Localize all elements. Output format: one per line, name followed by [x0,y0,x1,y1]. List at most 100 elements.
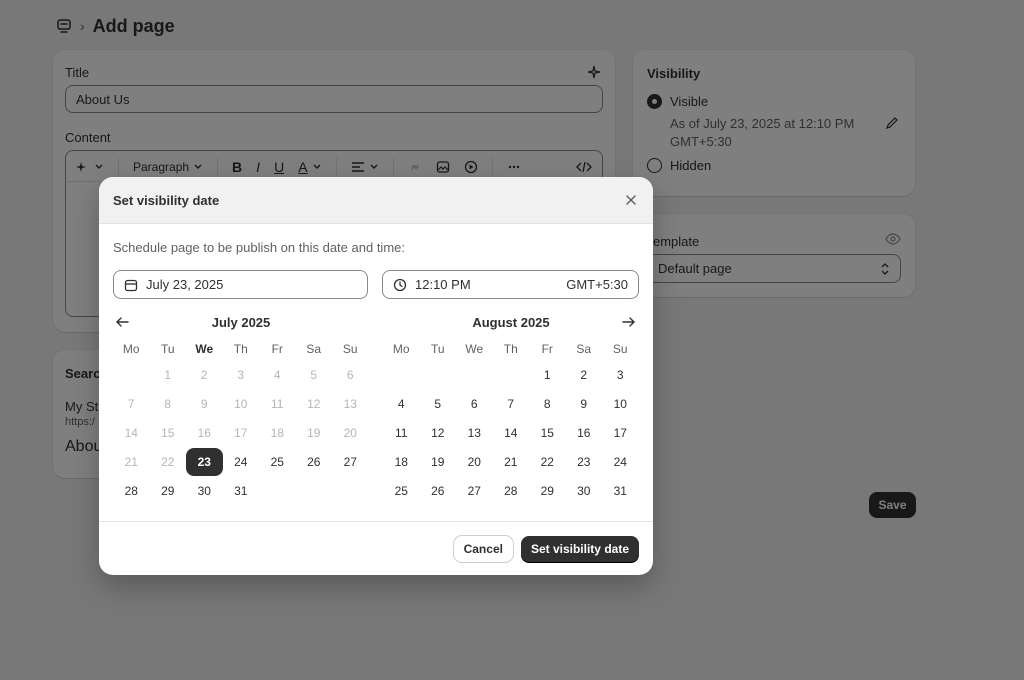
weekday-label: Fr [541,342,553,356]
calendar-day: 14 [124,426,138,440]
calendar-day[interactable]: 1 [529,361,566,389]
close-icon[interactable] [623,192,639,208]
calendar-icon [124,279,138,291]
calendar-day[interactable]: 14 [493,419,530,447]
modal-title: Set visibility date [113,192,220,208]
calendar-day: 3 [237,368,245,382]
calendar-day[interactable]: 27 [456,477,493,505]
calendar-day[interactable]: 24 [223,448,260,476]
calendar-day[interactable]: 17 [602,419,639,447]
set-visibility-date-modal: Set visibility date Schedule page to be … [99,177,653,575]
calendar-day[interactable]: 31 [602,477,639,505]
calendar-day[interactable]: 31 [223,477,260,505]
calendar-day[interactable]: 28 [493,477,530,505]
set-visibility-date-button[interactable]: Set visibility date [520,535,639,562]
weekday-label: Mo [392,342,410,356]
calendar-day[interactable]: 28 [113,477,150,505]
weekday-label: Mo [122,342,140,356]
calendar-day[interactable]: 26 [420,477,457,505]
calendar-day: 13 [343,397,357,411]
weekday-header-row: Mo Tu We Th Fr Sa Su [113,337,369,361]
calendar-day[interactable]: 22 [529,448,566,476]
weekday-label: Sa [576,342,592,356]
calendar-day: 18 [270,426,284,440]
date-input[interactable]: July 23, 2025 [113,270,368,299]
calendar-day[interactable]: 30 [566,477,603,505]
calendar-day: 15 [161,426,175,440]
calendar-week-row: 21 22 23 24 25 26 27 [113,448,369,477]
calendar-day[interactable]: 21 [493,448,530,476]
weekday-label: Th [233,342,248,356]
cancel-button[interactable]: Cancel [453,535,513,562]
calendar-day: 8 [164,397,172,411]
calendar-week-row: 4 5 6 7 8 9 10 [383,390,639,419]
calendar-day[interactable]: 5 [420,390,457,418]
calendar-day[interactable]: 30 [186,477,223,505]
calendar-day: 10 [234,397,248,411]
calendar-day: 4 [273,368,281,382]
calendar-day[interactable]: 13 [456,419,493,447]
calendar-day: 12 [307,397,321,411]
calendar-day: 16 [197,426,211,440]
calendar-day: 7 [127,397,135,411]
calendar-day[interactable]: 25 [259,448,296,476]
calendar-day: 21 [124,455,138,469]
calendar-day[interactable]: 4 [383,390,420,418]
time-input[interactable]: 12:10 PM GMT+5:30 [382,270,639,299]
calendar-day[interactable]: 18 [383,448,420,476]
calendar-day: 6 [346,368,354,382]
weekday-label: Tu [430,342,445,356]
weekday-label: Sa [306,342,322,356]
calendar-day[interactable]: 16 [566,419,603,447]
calendar-day[interactable]: 29 [150,477,187,505]
calendar-day[interactable]: 19 [420,448,457,476]
calendar-day[interactable]: 25 [383,477,420,505]
date-input-value: July 23, 2025 [146,277,224,292]
weekday-label: Fr [271,342,283,356]
calendar-day: 11 [271,397,284,411]
calendar-day: 22 [161,455,175,469]
weekday-label: Th [503,342,518,356]
calendar-day: 2 [200,368,208,382]
calendar-day-selected[interactable]: 23 [186,448,223,476]
calendar-week-row: 28 29 30 31 [113,477,369,506]
calendar-day: 19 [307,426,321,440]
calendar-week-row: 25 26 27 28 29 30 31 [383,477,639,506]
calendar-day: 1 [164,368,172,382]
calendar-day[interactable]: 8 [529,390,566,418]
weekday-header-row: Mo Tu We Th Fr Sa Su [383,337,639,361]
calendar-day[interactable]: 27 [332,448,369,476]
timezone-label: GMT+5:30 [566,277,628,292]
calendar-day[interactable]: 7 [493,390,530,418]
calendar-day[interactable]: 6 [456,390,493,418]
weekday-label: Su [342,342,358,356]
calendar-week-row: 123 [383,361,639,390]
calendar-day[interactable]: 20 [456,448,493,476]
calendar-day[interactable]: 26 [296,448,333,476]
clock-icon [393,278,407,291]
calendar-day: 17 [234,426,248,440]
calendar-day[interactable]: 15 [529,419,566,447]
calendar-day[interactable]: 12 [420,419,457,447]
calendar-week-row: 14 15 16 17 18 19 20 [113,419,369,448]
calendar-day[interactable]: 9 [566,390,603,418]
calendar-day[interactable]: 10 [602,390,639,418]
weekday-label: We [465,342,484,356]
calendar-day[interactable]: 24 [602,448,639,476]
calendar-day[interactable]: 23 [566,448,603,476]
modal-header: Set visibility date [99,177,653,224]
calendar-day: 9 [200,397,208,411]
calendar-day[interactable]: 11 [383,419,420,447]
modal-description: Schedule page to be publish on this date… [113,240,405,255]
calendar-day[interactable]: 3 [602,361,639,389]
weekday-label: Su [612,342,628,356]
weekday-label: Tu [160,342,175,356]
calendar-day: 5 [310,368,318,382]
calendar-week-row: 1 2 3 4 5 6 [113,361,369,390]
calendar-day: 20 [343,426,357,440]
calendar-week-row: 18 19 20 21 22 23 24 [383,448,639,477]
month-title-july: July 2025 [211,315,271,330]
calendar-day[interactable]: 29 [529,477,566,505]
calendar-day[interactable]: 2 [566,361,603,389]
time-input-value: 12:10 PM [415,277,471,292]
